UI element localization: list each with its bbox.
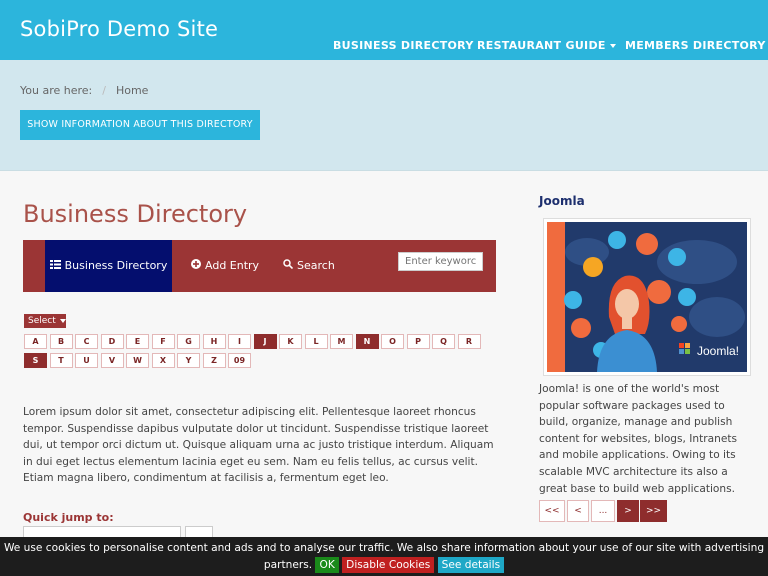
pager-prev[interactable]: <: [567, 500, 589, 522]
alpha-index-row-2: S T U V W X Y Z 09: [24, 353, 484, 369]
alpha-letter-p[interactable]: P: [406, 334, 430, 349]
chevron-down-icon: [59, 318, 66, 323]
alpha-letter-n[interactable]: N: [355, 334, 379, 349]
menu-add-entry-label: Add Entry: [205, 259, 260, 272]
alpha-letter-o[interactable]: O: [381, 334, 404, 349]
nav-members-directory[interactable]: MEMBERS DIRECTORY: [625, 39, 766, 52]
alpha-index-row-1: ABCDEFGHIJKLMNOPQR: [24, 334, 484, 350]
sidebar-title: Joomla: [539, 194, 585, 208]
alpha-letter-h[interactable]: H: [202, 334, 226, 349]
menu-business-directory[interactable]: Business Directory: [45, 240, 172, 292]
alpha-letter-t[interactable]: T: [49, 353, 73, 368]
keyword-search-input[interactable]: [398, 252, 483, 271]
sidebar-pager: << < ... > >>: [539, 500, 679, 522]
menu-add-entry[interactable]: Add Entry: [191, 240, 259, 292]
pager-ellipsis: ...: [591, 500, 615, 522]
breadcrumb-prefix: You are here:: [20, 84, 93, 97]
alpha-letter-j[interactable]: J: [253, 334, 277, 349]
cookie-ok-button[interactable]: OK: [315, 557, 339, 573]
site-title[interactable]: SobiPro Demo Site: [20, 17, 218, 41]
alpha-letter-s[interactable]: S: [24, 353, 47, 368]
chevron-down-icon: [609, 44, 616, 48]
breadcrumb-home[interactable]: Home: [116, 84, 148, 97]
cookie-disable-button[interactable]: Disable Cookies: [342, 557, 435, 573]
alpha-letter-l[interactable]: L: [304, 334, 328, 349]
quick-jump-label: Quick jump to:: [23, 511, 114, 524]
select-dropdown[interactable]: Select: [24, 314, 66, 328]
pager-last[interactable]: >>: [640, 500, 667, 522]
alpha-letter-u[interactable]: U: [75, 353, 98, 368]
alpha-letter-q[interactable]: Q: [432, 334, 455, 349]
alpha-letter-09[interactable]: 09: [228, 353, 251, 368]
select-label: Select: [28, 316, 56, 326]
search-icon: [283, 259, 293, 269]
pager-first[interactable]: <<: [539, 500, 565, 522]
top-navigation: BUSINESS DIRECTORY RESTAURANT GUIDE MEMB…: [0, 39, 768, 53]
joomla-illustration: Joomla!: [543, 218, 751, 376]
alpha-letter-f[interactable]: F: [151, 334, 175, 349]
alpha-letter-v[interactable]: V: [100, 353, 124, 368]
menu-business-directory-label: Business Directory: [64, 259, 168, 272]
alpha-letter-c[interactable]: C: [75, 334, 98, 349]
nav-business-directory[interactable]: BUSINESS DIRECTORY: [333, 39, 474, 52]
directory-description: Lorem ipsum dolor sit amet, consectetur …: [23, 406, 494, 485]
sidebar-text: Joomla! is one of the world's most popul…: [539, 383, 738, 495]
menu-search[interactable]: Search: [283, 240, 335, 292]
alpha-letter-w[interactable]: W: [126, 353, 149, 368]
alpha-letter-k[interactable]: K: [279, 334, 302, 349]
cookie-details-button[interactable]: See details: [437, 557, 505, 573]
menu-search-label: Search: [297, 259, 335, 272]
joomla-logo-text: Joomla!: [697, 344, 739, 358]
alpha-letter-x[interactable]: X: [151, 353, 175, 368]
show-info-button[interactable]: SHOW INFORMATION ABOUT THIS DIRECTORY: [20, 110, 260, 140]
breadcrumb: You are here: / Home: [20, 84, 148, 97]
joomla-person-illustration: Joomla!: [547, 222, 747, 372]
plus-circle-icon: [191, 259, 201, 269]
alpha-letter-i[interactable]: I: [228, 334, 251, 349]
top-header: SobiPro Demo Site BUSINESS DIRECTORY RES…: [0, 0, 768, 60]
alpha-letter-e[interactable]: E: [126, 334, 149, 349]
page-title: Business Directory: [23, 200, 248, 228]
alpha-letter-z[interactable]: Z: [202, 353, 226, 368]
nav-restaurant-guide[interactable]: RESTAURANT GUIDE: [477, 39, 616, 52]
alpha-letter-g[interactable]: G: [177, 334, 200, 349]
list-icon: [49, 260, 61, 269]
alpha-letter-b[interactable]: B: [49, 334, 73, 349]
nav-restaurant-guide-label: RESTAURANT GUIDE: [477, 39, 606, 52]
alpha-letter-d[interactable]: D: [100, 334, 124, 349]
alpha-letter-a[interactable]: A: [24, 334, 47, 349]
alpha-letter-r[interactable]: R: [457, 334, 481, 349]
alpha-letter-m[interactable]: M: [330, 334, 353, 349]
alpha-letter-y[interactable]: Y: [177, 353, 200, 368]
pager-next[interactable]: >: [617, 500, 639, 522]
cookie-banner: We use cookies to personalise content an…: [0, 537, 768, 576]
directory-menubar: Business Directory Add Entry Search: [23, 240, 496, 292]
breadcrumb-separator: /: [102, 84, 106, 97]
